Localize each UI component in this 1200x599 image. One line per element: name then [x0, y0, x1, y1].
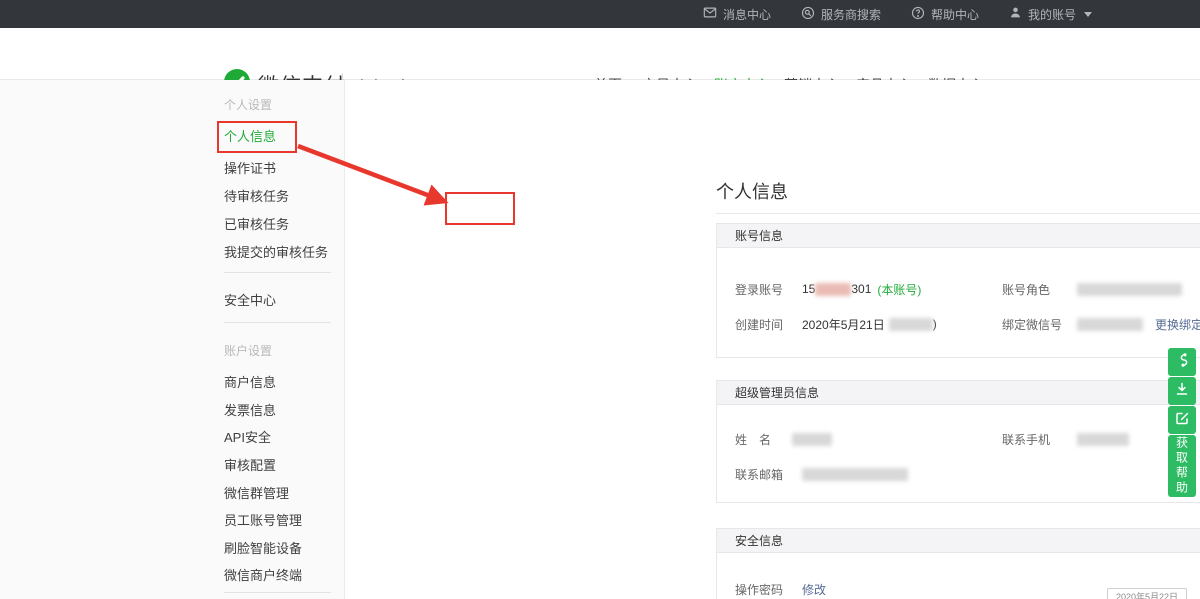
my-account-menu[interactable]: 我的账号 [1009, 6, 1092, 23]
sidebar-item-merchant-info[interactable]: 商户信息 [224, 372, 276, 391]
bound-wechat-value: 更换绑定 [1077, 316, 1200, 332]
operation-password-value: 修改 [802, 581, 826, 597]
super-admin-card-header: 超级管理员信息 修改 [717, 381, 1200, 405]
sidebar-item-face-smart-device[interactable]: 刷脸智能设备 [224, 538, 302, 557]
wechat-pay-merchant-page: 消息中心 服务商搜索 帮助中心 我的账号 微信支付 商户平台 首页 交 [0, 0, 1200, 599]
bound-wechat-label: 绑定微信号 [1002, 316, 1062, 332]
sidebar-item-wechat-group-management[interactable]: 微信群管理 [224, 483, 289, 502]
float-download-button[interactable] [1168, 377, 1196, 405]
sidebar-group-personal-settings: 个人设置 [224, 96, 272, 113]
download-icon [1174, 381, 1190, 402]
admin-name-value [792, 431, 832, 447]
sidebar-item-operation-certificate[interactable]: 操作证书 [224, 158, 276, 177]
account-info-card-header: 账号信息 [717, 224, 1200, 248]
mail-icon [703, 6, 717, 22]
redacted-wechat-id [1077, 318, 1143, 331]
float-link-button[interactable] [1168, 348, 1196, 376]
sidebar-item-review-config[interactable]: 审核配置 [224, 455, 276, 474]
sidebar-item-wechat-merchant-terminal[interactable]: 微信商户终端 [224, 565, 302, 584]
security-info-card-header: 安全信息 [717, 529, 1200, 553]
help-center-label: 帮助中心 [931, 6, 979, 23]
sidebar-group-account-settings: 账户设置 [224, 342, 272, 359]
change-binding-link[interactable]: 更换绑定 [1155, 316, 1200, 333]
sidebar-item-my-submitted-review-tasks[interactable]: 我提交的审核任务 [224, 242, 328, 261]
user-icon [1009, 6, 1022, 22]
created-time-value: 2020年5月21日) [802, 316, 937, 332]
message-center-label: 消息中心 [723, 6, 771, 23]
main-header: 微信支付 商户平台 首页 交易中心 账户中心 营销中心 产品中心 数据中心 [0, 28, 1200, 80]
top-utility-items: 消息中心 服务商搜索 帮助中心 我的账号 [703, 0, 1092, 28]
modify-password-link[interactable]: 修改 [802, 581, 826, 598]
sidebar-item-pending-review-tasks[interactable]: 待审核任务 [224, 186, 289, 205]
redacted-admin-phone [1077, 433, 1129, 446]
page-title: 个人信息 [716, 178, 788, 204]
operation-password-label: 操作密码 [735, 581, 783, 597]
redacted-role [1077, 283, 1182, 296]
account-info-card: 账号信息 登录账号 15301 (本账号) 账号角色 创建时间 2020年5月2… [716, 223, 1200, 358]
help-center-link[interactable]: 帮助中心 [911, 6, 979, 23]
sidebar: 个人设置 个人信息 操作证书 待审核任务 已审核任务 我提交的审核任务 安全中心… [0, 80, 345, 599]
login-account-label: 登录账号 [735, 281, 783, 297]
admin-phone-value [1077, 431, 1129, 447]
search-icon [801, 6, 815, 23]
super-admin-card: 超级管理员信息 修改 姓 名 联系手机 联系邮箱 [716, 380, 1200, 503]
sidebar-divider [224, 322, 331, 323]
sidebar-item-reviewed-tasks[interactable]: 已审核任务 [224, 214, 289, 233]
sidebar-item-personal-info[interactable]: 个人信息 [224, 126, 276, 145]
redacted-admin-name [792, 433, 832, 446]
current-account-tag: (本账号) [877, 281, 921, 298]
account-role-label: 账号角色 [1002, 281, 1050, 297]
message-center-link[interactable]: 消息中心 [703, 6, 771, 23]
float-feedback-button[interactable] [1168, 406, 1196, 434]
help-icon [911, 6, 925, 23]
date-chip[interactable]: 2020年5月22日 [1107, 588, 1187, 599]
sidebar-item-security-center[interactable]: 安全中心 [224, 290, 276, 309]
sidebar-divider [224, 272, 331, 273]
title-divider [716, 213, 1200, 214]
redacted-created-time [889, 318, 933, 331]
admin-email-value [802, 466, 908, 482]
created-time-label: 创建时间 [735, 316, 783, 332]
link-icon [1174, 352, 1190, 373]
admin-email-label: 联系邮箱 [735, 466, 783, 482]
chevron-down-icon [1084, 12, 1092, 17]
service-provider-search-link[interactable]: 服务商搜索 [801, 6, 881, 23]
my-account-label: 我的账号 [1028, 6, 1076, 23]
sidebar-item-invoice-info[interactable]: 发票信息 [224, 400, 276, 419]
redacted-login-middle [815, 283, 851, 296]
service-provider-search-label: 服务商搜索 [821, 6, 881, 23]
admin-phone-label: 联系手机 [1002, 431, 1050, 447]
get-help-button[interactable]: 获取帮助 [1168, 435, 1196, 497]
admin-name-label: 姓 名 [735, 431, 771, 447]
sidebar-item-api-security[interactable]: API安全 [224, 427, 271, 446]
main-content: 个人信息 账号信息 登录账号 15301 (本账号) 账号角色 创建时间 202… [346, 80, 1200, 599]
sidebar-item-staff-account-management[interactable]: 员工账号管理 [224, 510, 302, 529]
login-account-value: 15301 (本账号) [802, 281, 921, 297]
edit-icon [1174, 410, 1190, 431]
account-role-value [1077, 281, 1182, 297]
sidebar-divider [224, 592, 331, 593]
redacted-admin-email [802, 468, 908, 481]
top-utility-bar: 消息中心 服务商搜索 帮助中心 我的账号 [0, 0, 1200, 28]
